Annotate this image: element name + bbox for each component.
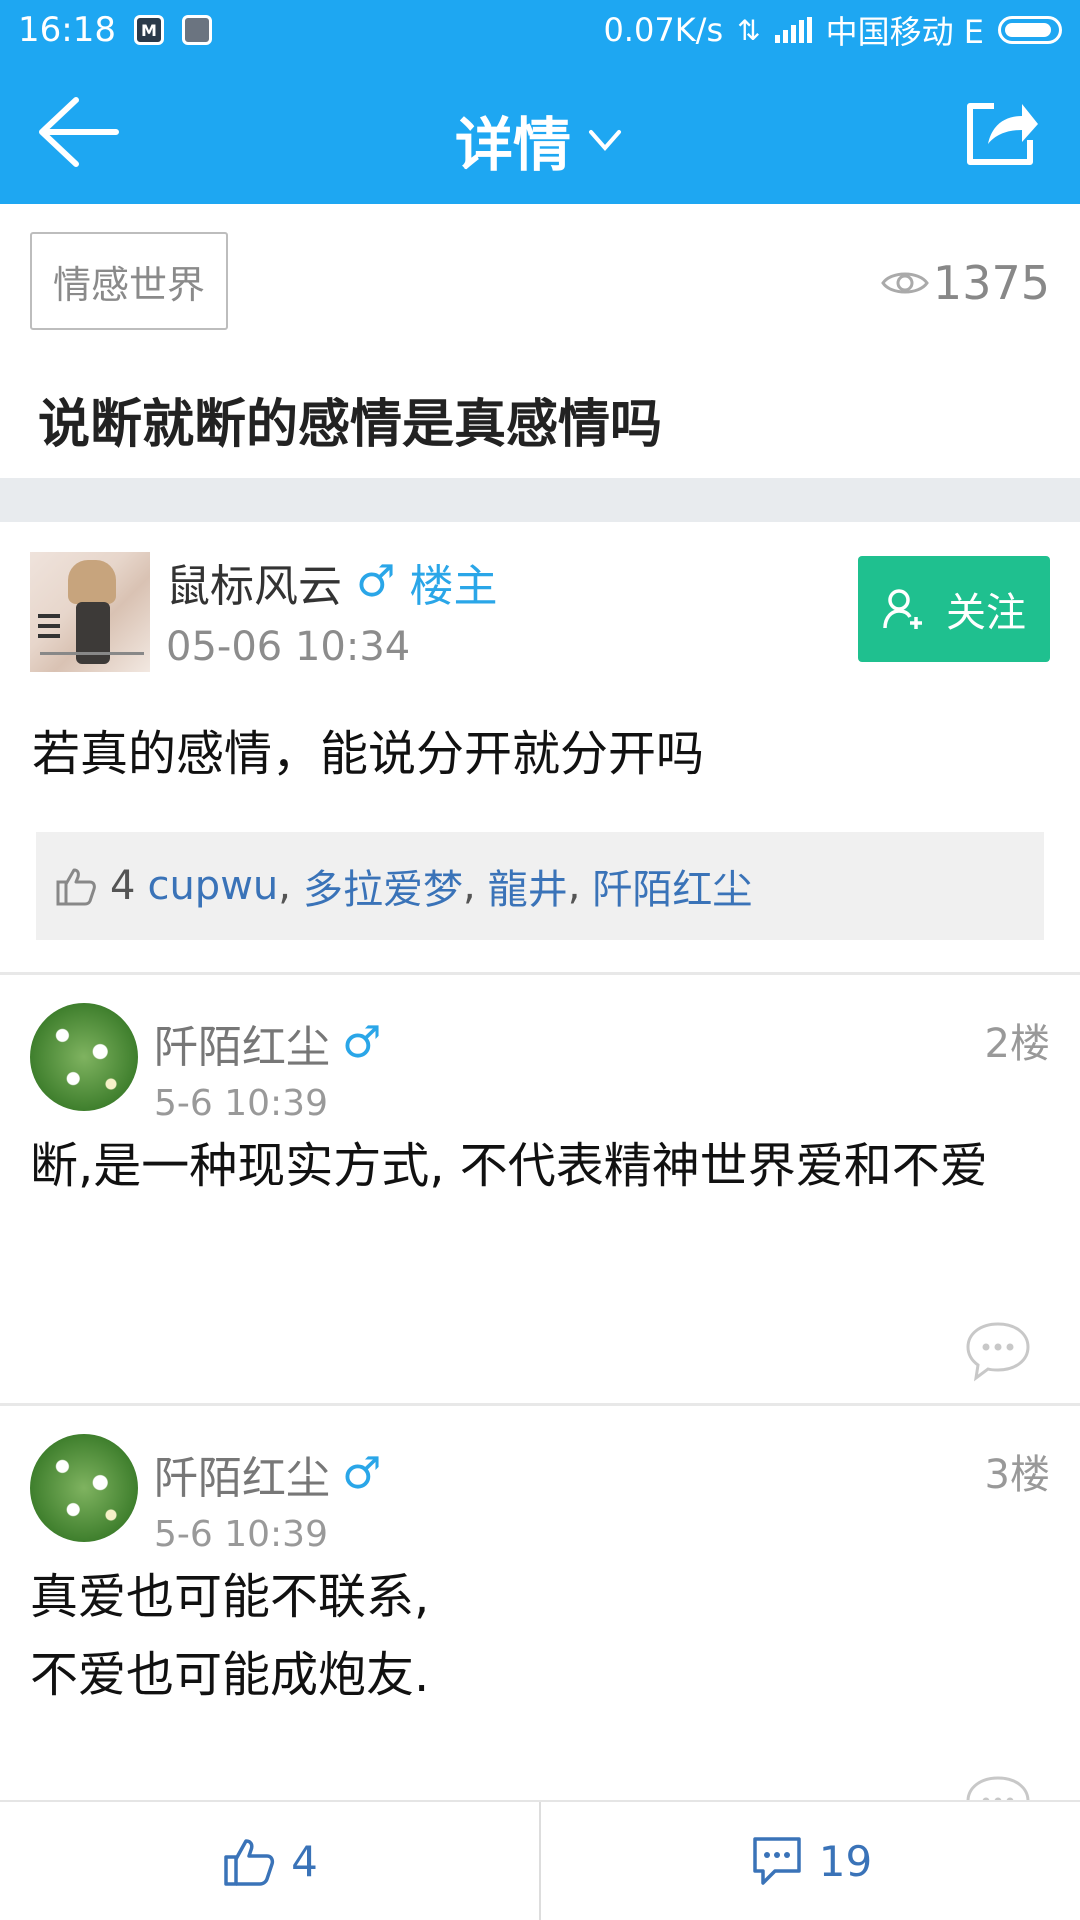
reply-line: 不爱也可能成炮友.	[30, 1647, 430, 1703]
reply-content: 断,是一种现实方式, 不代表精神世界爱和不爱	[30, 1138, 988, 1194]
likes-summary: 4 cupwu, 多拉爱梦, 龍井, 阡陌红尘	[36, 832, 1044, 940]
app-notification-icon: M	[133, 15, 164, 45]
avatar[interactable]	[30, 1434, 138, 1542]
reply-item: 阡陌红尘 ♂ 5-6 10:39 2楼 断,是一种现实方式, 不代表精神世界爱和…	[0, 975, 1080, 1403]
screenshot-notification-icon	[181, 15, 212, 45]
author-name[interactable]: 阡陌红尘	[154, 1011, 330, 1075]
comment-count: 19	[818, 1836, 873, 1886]
original-post: 鼠标风云 ♂ 楼主 05-06 10:34 关注 若真的感情，能说分开就分开吗 …	[0, 522, 1080, 972]
network-speed: 0.07K/s	[603, 11, 724, 49]
author-row: 鼠标风云 ♂ 楼主	[166, 550, 497, 614]
liker-link[interactable]: 多拉爱梦	[303, 857, 463, 915]
carrier-label: 中国移动 E	[825, 13, 984, 51]
bottom-action-bar: 4 19	[0, 1800, 1080, 1920]
thumbs-up-icon	[56, 868, 96, 906]
reply-item: 阡陌红尘 ♂ 5-6 10:39 3楼 真爱也可能不联系, 不爱也可能成炮友.	[0, 1406, 1080, 1800]
reply-content: 真爱也可能不联系, 不爱也可能成炮友.	[30, 1558, 1050, 1714]
nav-bar: 详情	[0, 60, 1080, 204]
floor-number: 2楼	[984, 1021, 1050, 1067]
author-row: 阡陌红尘 ♂	[154, 1442, 381, 1506]
add-user-icon	[883, 589, 922, 629]
view-count-value: 1375	[932, 256, 1050, 310]
post-header: 情感世界 1375 说断就断的感情是真感情吗	[0, 204, 1080, 478]
reply-time: 5-6 10:39	[154, 1514, 328, 1555]
comment-icon	[753, 1837, 801, 1885]
gender-male-icon: ♂	[356, 556, 396, 607]
likes-count: 4	[110, 863, 136, 909]
reply-line: 真爱也可能不联系,	[30, 1569, 430, 1625]
post-title: 说断就断的感情是真感情吗	[38, 395, 663, 455]
author-name[interactable]: 阡陌红尘	[154, 1442, 330, 1506]
avatar[interactable]	[30, 552, 150, 672]
view-count: 1375	[881, 256, 1050, 310]
eye-icon	[881, 272, 929, 294]
nav-title-dropdown[interactable]: 详情	[0, 98, 1080, 182]
chevron-down-icon	[589, 130, 621, 152]
post-content: 若真的感情，能说分开就分开吗	[32, 726, 705, 782]
comment-bubble-icon[interactable]	[964, 1774, 1032, 1800]
gender-male-icon: ♂	[342, 1017, 382, 1068]
page-title: 详情	[454, 111, 571, 179]
author-row: 阡陌红尘 ♂	[154, 1011, 381, 1075]
like-count: 4	[291, 1836, 318, 1886]
like-button[interactable]: 4	[0, 1802, 539, 1920]
category-tag[interactable]: 情感世界	[30, 232, 228, 330]
section-divider	[0, 478, 1080, 522]
status-time: 16:18	[18, 10, 116, 50]
share-icon[interactable]	[964, 94, 1040, 168]
follow-label: 关注	[946, 590, 1026, 636]
follow-button[interactable]: 关注	[858, 556, 1050, 662]
thumbs-up-icon	[224, 1839, 275, 1886]
liker-link[interactable]: 阡陌红尘	[592, 857, 752, 915]
liker-link[interactable]: cupwu	[147, 863, 278, 909]
reply-time: 5-6 10:39	[154, 1083, 328, 1124]
post-time: 05-06 10:34	[166, 624, 411, 670]
gender-male-icon: ♂	[342, 1448, 382, 1499]
status-bar: 16:18 M 0.07K/s ⇅ 中国移动 E	[0, 0, 1080, 60]
op-badge: 楼主	[409, 561, 498, 612]
battery-icon	[998, 16, 1062, 44]
signal-icon	[774, 17, 812, 43]
author-name[interactable]: 鼠标风云	[166, 550, 342, 614]
avatar[interactable]	[30, 1003, 138, 1111]
data-transfer-icon: ⇅	[737, 13, 761, 47]
comment-bubble-icon[interactable]	[964, 1320, 1032, 1382]
comment-button[interactable]: 19	[541, 1802, 1080, 1920]
liker-link[interactable]: 龍井	[488, 857, 568, 915]
floor-number: 3楼	[984, 1452, 1050, 1498]
